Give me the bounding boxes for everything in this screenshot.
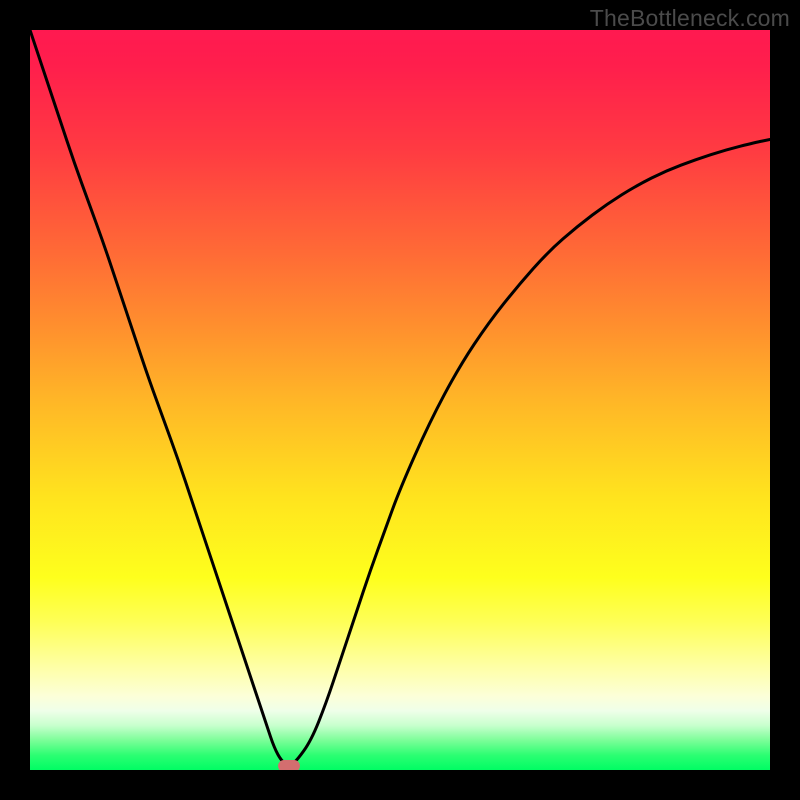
bottleneck-curve-path	[30, 30, 770, 765]
plot-area	[30, 30, 770, 770]
chart-frame: TheBottleneck.com	[0, 0, 800, 800]
watermark-text: TheBottleneck.com	[590, 5, 790, 32]
curve-layer	[30, 30, 770, 770]
optimum-marker	[278, 760, 300, 770]
